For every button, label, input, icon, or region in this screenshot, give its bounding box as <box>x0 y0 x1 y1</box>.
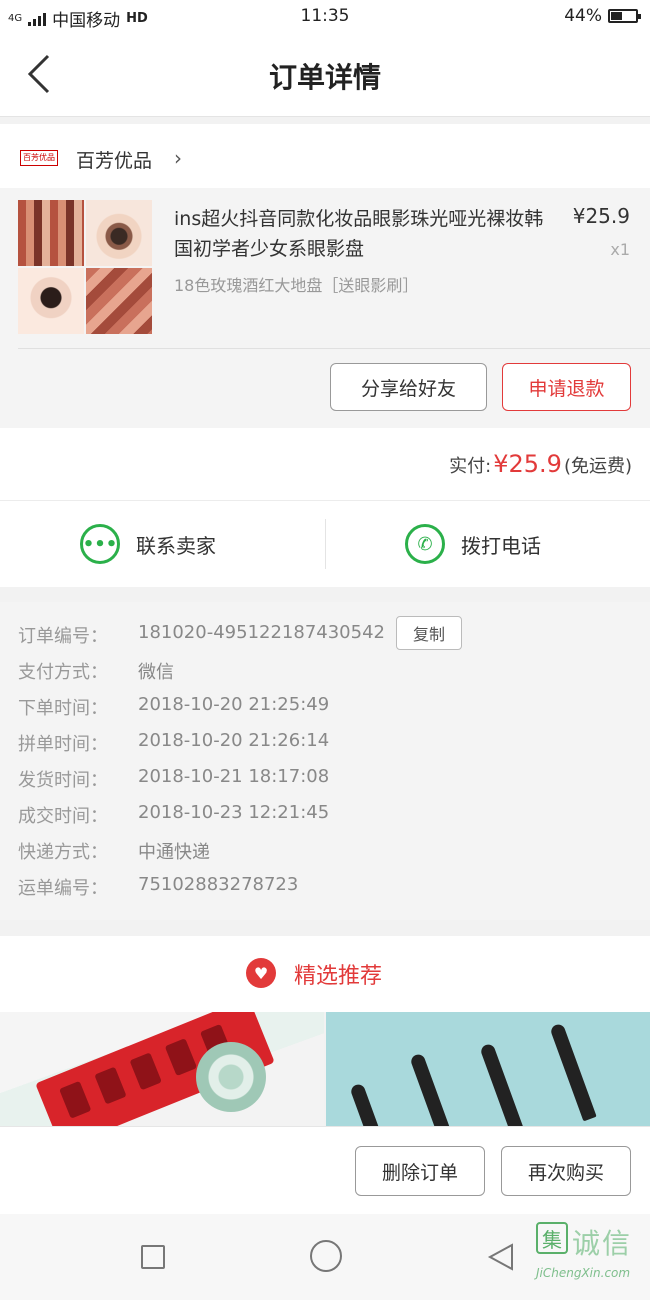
info-row-order-time: 下单时间： 2018-10-20 21:25:49 <box>18 694 329 720</box>
delete-order-button[interactable]: 删除订单 <box>355 1146 485 1196</box>
watermark-cn: 诚信 <box>572 1227 633 1260</box>
product-image-model <box>18 268 84 334</box>
call-label: 拨打电话 <box>461 533 541 558</box>
recommend-grid <box>0 1012 650 1126</box>
info-key: 下单时间： <box>18 698 108 719</box>
order-info: 订单编号： 181020-495122187430542 复制 支付方式： 微信… <box>0 602 650 920</box>
product-spec: 18色玫瑰酒红大地盘［送眼影刷］ <box>174 276 419 295</box>
deal-time: 2018-10-23 12:21:45 <box>138 802 330 823</box>
recommend-item-lipstick[interactable] <box>0 1012 324 1126</box>
page-title: 订单详情 <box>268 61 381 94</box>
info-key: 发货时间： <box>18 770 108 791</box>
info-row-deal-time: 成交时间： 2018-10-23 12:21:45 <box>18 802 329 828</box>
eyeliner-pen <box>479 1042 527 1126</box>
product-price: ¥25.9 <box>572 204 630 228</box>
divider <box>325 519 326 569</box>
contact-seller-button[interactable]: ••• 联系卖家 <box>80 501 216 587</box>
heart-icon: ♥ <box>246 958 276 988</box>
product-image-palette <box>18 200 84 266</box>
system-nav-bar: 集 诚信 JiChengXin.com <box>0 1214 650 1300</box>
shop-name[interactable]: 百芳优品 <box>76 146 152 173</box>
info-row-payment: 支付方式： 微信 <box>18 658 174 684</box>
recent-apps-icon[interactable] <box>141 1245 165 1269</box>
ship-time: 2018-10-21 18:17:08 <box>138 766 330 787</box>
eyeliner-pen <box>549 1022 597 1122</box>
order-time: 2018-10-20 21:25:49 <box>138 694 330 715</box>
eyeliner-pen <box>409 1052 457 1126</box>
tracking-number: 75102883278723 <box>138 874 299 895</box>
total-row: 实付: ¥25.9 (免运费) <box>0 428 650 501</box>
chevron-right-icon: › <box>174 146 182 170</box>
back-nav-icon[interactable] <box>486 1242 516 1272</box>
status-bar: 4G 中国移动 HD 11:35 44% <box>0 0 650 34</box>
payment-method: 微信 <box>138 662 174 683</box>
info-key: 成交时间： <box>18 806 108 827</box>
product-quantity: x1 <box>610 240 630 259</box>
bottom-action-bar: 删除订单 再次购买 <box>0 1126 650 1215</box>
recommend-header: ♥ 精选推荐 <box>0 936 650 1012</box>
info-key: 运单编号： <box>18 878 108 899</box>
product-image-swatches <box>86 268 152 334</box>
rebuy-button[interactable]: 再次购买 <box>501 1146 631 1196</box>
total-summary: 实付: ¥25.9 (免运费) <box>449 450 632 478</box>
share-button[interactable]: 分享给好友 <box>330 363 487 411</box>
order-number: 181020-495122187430542 <box>138 622 385 643</box>
courier: 中通快递 <box>138 842 210 863</box>
info-key: 订单编号： <box>18 626 108 647</box>
info-key: 拼单时间： <box>18 734 108 755</box>
shipping-note: (免运费) <box>563 456 632 477</box>
group-time: 2018-10-20 21:26:14 <box>138 730 330 751</box>
info-row-order-number: 订单编号： 181020-495122187430542 <box>18 622 385 648</box>
contact-seller-label: 联系卖家 <box>136 533 216 558</box>
product-name[interactable]: ins超火抖音同款化妆品眼影珠光哑光裸妆韩国初学者少女系眼影盘 <box>174 204 554 264</box>
recommend-title: 精选推荐 <box>294 964 383 989</box>
copy-button[interactable]: 复制 <box>396 616 462 650</box>
info-key: 支付方式： <box>18 662 108 683</box>
divider <box>18 348 650 349</box>
battery-percent: 44% <box>564 6 602 26</box>
total-amount: ¥25.9 <box>493 450 562 478</box>
info-row-group-time: 拼单时间： 2018-10-20 21:26:14 <box>18 730 329 756</box>
contact-bar: ••• 联系卖家 ✆ 拨打电话 <box>0 501 650 587</box>
chat-icon: ••• <box>80 524 120 564</box>
succulent-plant <box>196 1042 266 1112</box>
product-image[interactable] <box>18 200 152 334</box>
product-card[interactable]: ins超火抖音同款化妆品眼影珠光哑光裸妆韩国初学者少女系眼影盘 18色玫瑰酒红大… <box>0 188 650 428</box>
total-label: 实付: <box>449 456 492 477</box>
recommend-item-eyeliner[interactable] <box>326 1012 650 1126</box>
shop-row[interactable]: 百芳优品 百芳优品 › <box>0 124 650 188</box>
nav-bar: 订单详情 <box>0 34 650 117</box>
info-row-ship-time: 发货时间： 2018-10-21 18:17:08 <box>18 766 329 792</box>
info-row-courier: 快递方式： 中通快递 <box>18 838 210 864</box>
watermark-en: JiChengXin.com <box>536 1266 631 1280</box>
clock: 11:35 <box>300 6 350 26</box>
eyeliner-pen <box>349 1082 397 1126</box>
info-key: 快递方式： <box>18 842 108 863</box>
phone-icon: ✆ <box>405 524 445 564</box>
watermark-logo: 集 <box>536 1222 568 1254</box>
watermark: 集 诚信 JiChengXin.com <box>536 1222 646 1296</box>
battery-icon <box>608 9 641 23</box>
shop-logo: 百芳优品 <box>20 150 58 166</box>
info-row-tracking: 运单编号： 75102883278723 <box>18 874 298 900</box>
home-icon[interactable] <box>310 1240 342 1272</box>
product-image-eye <box>86 200 152 266</box>
status-right: 44% <box>564 6 641 26</box>
call-button[interactable]: ✆ 拨打电话 <box>405 501 541 587</box>
refund-button[interactable]: 申请退款 <box>502 363 631 411</box>
